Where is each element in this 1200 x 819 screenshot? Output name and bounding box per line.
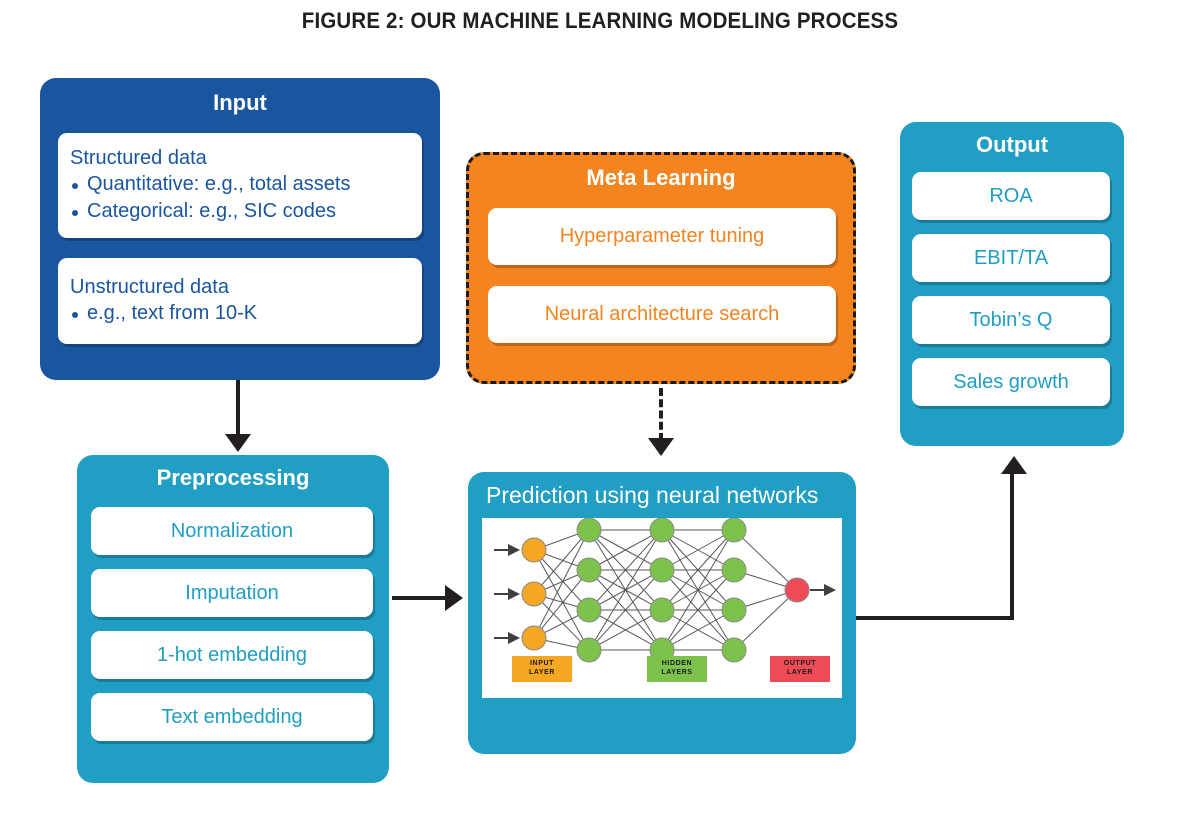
output-item-tobins-q: Tobin’s Q	[912, 296, 1110, 344]
preprocessing-item-normalization: Normalization	[91, 507, 373, 555]
figure-canvas: FIGURE 2: OUR MACHINE LEARNING MODELING …	[0, 0, 1200, 819]
card-label: Text embedding	[161, 705, 303, 728]
output-item-ebit-ta: EBIT/TA	[912, 234, 1110, 282]
input-panel-title: Input	[213, 90, 267, 115]
preprocessing-panel: Preprocessing Normalization Imputation 1…	[77, 455, 389, 783]
preprocessing-item-1-hot-embedding: 1-hot embedding	[91, 631, 373, 679]
preprocessing-panel-title: Preprocessing	[156, 465, 310, 490]
prediction-panel: Prediction using neural networks INPUT L…	[468, 472, 856, 754]
preprocessing-item-imputation: Imputation	[91, 569, 373, 617]
output-item-roa: ROA	[912, 172, 1110, 220]
neural-network-diagram: INPUT LAYER HIDDEN LAYERS OUTPUT LAYER	[482, 518, 842, 698]
card-label: Tobin’s Q	[969, 308, 1053, 331]
arrow-input-to-preprocessing-shaft	[236, 380, 240, 436]
card-label: Sales growth	[953, 370, 1069, 393]
arrow-prediction-to-output-head	[1001, 456, 1027, 474]
card-label: Neural architecture search	[544, 303, 780, 326]
arrow-preprocessing-to-prediction-shaft	[392, 596, 447, 600]
meta-learning-panel-title: Meta Learning	[586, 165, 736, 190]
meta-learning-panel: Meta Learning Hyperparameter tuning Neur…	[466, 152, 856, 384]
card-label: Imputation	[185, 581, 279, 604]
unstructured-data-heading: Unstructured data	[70, 275, 229, 298]
arrow-meta-learning-to-prediction-head	[648, 438, 674, 456]
structured-data-bullets: Quantitative: e.g., total assets Categor…	[70, 171, 350, 224]
arrow-meta-learning-to-prediction-shaft	[659, 388, 663, 441]
list-item: e.g., text from 10-K	[70, 300, 257, 326]
unstructured-data-bullets: e.g., text from 10-K	[70, 300, 257, 326]
arrow-preprocessing-to-prediction-head	[445, 585, 463, 611]
structured-data-card: Structured data Quantitative: e.g., tota…	[58, 133, 422, 238]
card-label: ROA	[989, 184, 1033, 207]
page-title: FIGURE 2: OUR MACHINE LEARNING MODELING …	[301, 8, 899, 33]
list-item: Categorical: e.g., SIC codes	[70, 198, 350, 224]
arrow-prediction-to-output-vertical	[1010, 474, 1014, 620]
nn-output-layer-label: OUTPUT LAYER	[770, 656, 830, 682]
card-label: 1-hot embedding	[156, 643, 308, 666]
output-panel-title: Output	[975, 132, 1049, 157]
prediction-panel-title: Prediction using neural networks	[486, 482, 819, 508]
output-item-sales-growth: Sales growth	[912, 358, 1110, 406]
card-label: EBIT/TA	[973, 246, 1049, 269]
meta-learning-item-hyperparameter-tuning: Hyperparameter tuning	[488, 208, 836, 265]
list-item: Quantitative: e.g., total assets	[70, 171, 350, 197]
meta-learning-item-neural-architecture-search: Neural architecture search	[488, 286, 836, 343]
unstructured-data-card: Unstructured data e.g., text from 10-K	[58, 258, 422, 344]
nn-hidden-layer-label: HIDDEN LAYERS	[647, 656, 707, 682]
arrow-prediction-to-output-horizontal	[856, 616, 1014, 620]
input-panel: Input Structured data Quantitative: e.g.…	[40, 78, 440, 380]
preprocessing-item-text-embedding: Text embedding	[91, 693, 373, 741]
card-label: Hyperparameter tuning	[559, 225, 765, 248]
card-label: Normalization	[170, 519, 294, 542]
output-panel: Output ROA EBIT/TA Tobin’s Q Sales growt…	[900, 122, 1124, 446]
nn-input-layer-label: INPUT LAYER	[512, 656, 572, 682]
arrow-input-to-preprocessing-head	[225, 434, 251, 452]
structured-data-heading: Structured data	[70, 147, 207, 170]
